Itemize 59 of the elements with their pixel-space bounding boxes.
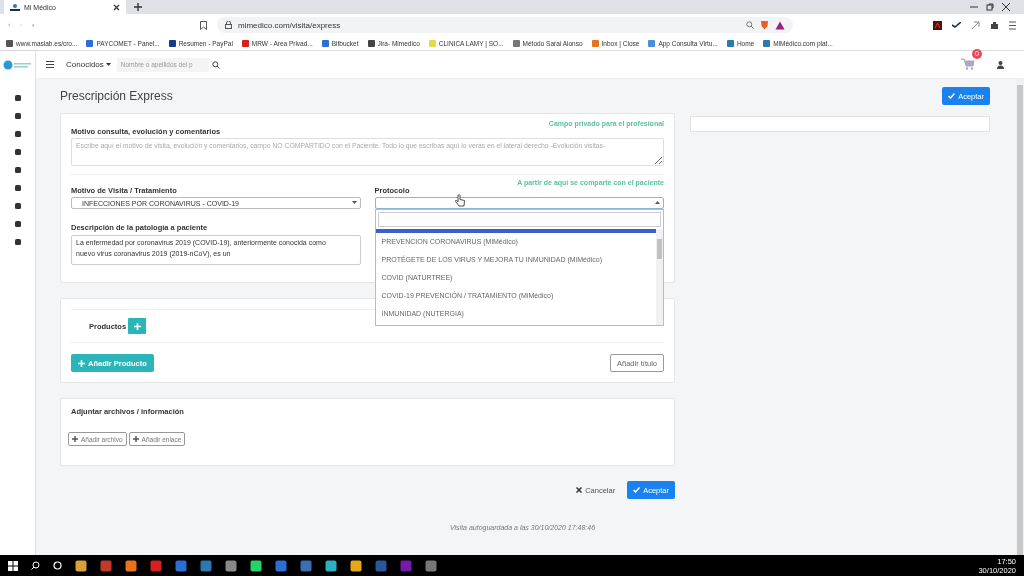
shield-icon[interactable] bbox=[760, 20, 769, 30]
app-icon[interactable] bbox=[275, 559, 287, 572]
nav-icon[interactable] bbox=[13, 130, 22, 138]
bookmark-icon[interactable] bbox=[200, 20, 207, 30]
app-icon[interactable] bbox=[125, 559, 137, 572]
menu-icon[interactable] bbox=[1009, 20, 1016, 30]
arrow-icon[interactable] bbox=[971, 20, 980, 30]
app-icon[interactable] bbox=[200, 559, 212, 572]
triangle-icon[interactable] bbox=[775, 20, 785, 30]
plus-icon bbox=[72, 436, 78, 442]
close-icon[interactable] bbox=[1002, 3, 1010, 11]
url-text: mimedico.com/visita/express bbox=[238, 20, 341, 30]
app-icon[interactable] bbox=[350, 559, 362, 572]
check-icon bbox=[633, 487, 641, 493]
search-icon[interactable] bbox=[211, 60, 220, 69]
restore-icon[interactable] bbox=[986, 3, 994, 11]
nav-icon[interactable] bbox=[13, 220, 22, 228]
user-icon[interactable] bbox=[997, 60, 1004, 69]
logo-icon bbox=[10, 3, 20, 11]
app-icon[interactable] bbox=[325, 559, 337, 572]
search-icon[interactable] bbox=[31, 561, 40, 570]
pdf-icon[interactable] bbox=[933, 20, 942, 30]
scrollbar[interactable] bbox=[655, 229, 663, 325]
caret-icon bbox=[105, 62, 111, 67]
scrollbar[interactable] bbox=[1016, 79, 1024, 555]
nav-icon[interactable] bbox=[13, 112, 22, 120]
nav-icon[interactable] bbox=[13, 238, 22, 246]
app-icon[interactable] bbox=[250, 559, 262, 572]
close-icon bbox=[576, 487, 583, 493]
app-icon[interactable] bbox=[75, 559, 87, 572]
logo-icon bbox=[2, 59, 33, 70]
nav-icon[interactable] bbox=[13, 148, 22, 156]
address-bar[interactable]: mimedico.com/visita/express bbox=[217, 17, 793, 33]
app-icon[interactable] bbox=[225, 559, 237, 572]
nav-icon[interactable] bbox=[13, 202, 22, 210]
new-tab-icon[interactable] bbox=[134, 3, 142, 11]
plus-icon bbox=[78, 359, 85, 367]
menu-icon[interactable] bbox=[46, 61, 54, 68]
circle-icon[interactable] bbox=[53, 561, 62, 570]
hand-cursor-icon bbox=[454, 194, 465, 207]
app-icon[interactable] bbox=[175, 559, 187, 572]
nav-icon[interactable] bbox=[13, 184, 22, 192]
app-icon[interactable] bbox=[425, 559, 437, 572]
minimize-icon[interactable] bbox=[970, 3, 978, 11]
nav-icon[interactable] bbox=[13, 94, 22, 102]
caret-icon bbox=[655, 201, 660, 205]
nav-icon[interactable] bbox=[13, 166, 22, 174]
lock-icon bbox=[225, 21, 232, 29]
plus-icon bbox=[132, 436, 139, 442]
page-title: Prescripción Express bbox=[60, 89, 173, 103]
caret-icon bbox=[351, 201, 357, 205]
zoom-icon[interactable] bbox=[746, 21, 754, 29]
plus-icon bbox=[133, 322, 141, 330]
check-icon[interactable] bbox=[952, 22, 961, 28]
dropdown-search-field[interactable] bbox=[377, 212, 661, 227]
contacts-dropdown[interactable]: Conocidos bbox=[66, 60, 111, 69]
close-icon[interactable] bbox=[113, 3, 120, 11]
check-icon bbox=[948, 93, 956, 99]
windows-icon[interactable] bbox=[8, 560, 18, 571]
